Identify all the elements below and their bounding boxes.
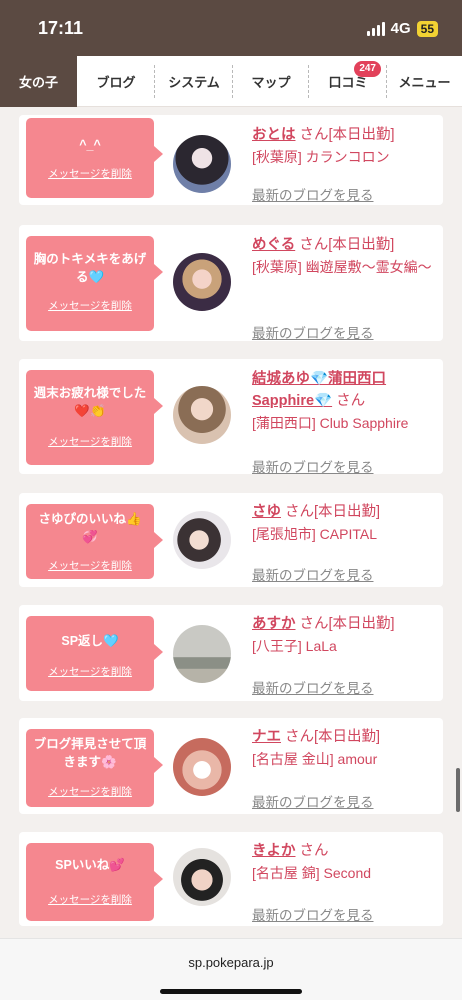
delete-message-link[interactable]: メッセージを削除 — [26, 558, 154, 573]
work-status: [本日出勤] — [328, 127, 395, 143]
tab-label: ブログ — [96, 75, 136, 90]
status-indicators: 4G 55 — [366, 20, 438, 37]
honorific: さん — [285, 729, 314, 745]
shop-location: [秋葉原] 幽遊屋敷～霊女編～ — [252, 259, 432, 275]
avatar[interactable] — [173, 253, 231, 311]
shop-location: [名古屋 錦] Second — [252, 865, 372, 881]
girl-name-link[interactable]: あすか — [252, 616, 296, 632]
message-text: 胸のトキメキをあげる🩵 — [33, 252, 147, 284]
latest-blog-link[interactable]: 最新のブログを見る — [252, 791, 374, 811]
browser-bottom-bar: sp.pokepara.jp — [0, 938, 462, 1000]
tab-label: メニュー — [398, 75, 451, 90]
girl-name-link[interactable]: 結城あゆ💎蒲田西口Sapphire💎 — [252, 371, 386, 409]
message-bubble: 週末お疲れ様でした❤️👏 メッセージを削除 — [26, 370, 163, 465]
girl-name-link[interactable]: ナエ — [252, 729, 281, 745]
message-bubble: さゆぴのいいね👍💞 メッセージを削除 — [26, 504, 163, 579]
profile-info: めぐる さん[本日出勤] [秋葉原] 幽遊屋敷～霊女編～ 最新のブログを見る — [252, 234, 437, 341]
delete-message-link[interactable]: メッセージを削除 — [26, 166, 154, 181]
avatar[interactable] — [173, 135, 231, 193]
message-text: ^_^ — [79, 138, 101, 152]
profile-info: 結城あゆ💎蒲田西口Sapphire💎 さん [蒲田西口] Club Sapphir… — [252, 368, 437, 475]
profile-info: さゆ さん[本日出勤] [尾張旭市] CAPITAL 最新のブログを見る — [252, 501, 437, 583]
tab-label: マップ — [251, 75, 291, 90]
delete-message-link[interactable]: メッセージを削除 — [26, 298, 154, 313]
network-label: 4G — [390, 20, 411, 37]
latest-blog-link[interactable]: 最新のブログを見る — [252, 564, 374, 584]
status-time: 17:11 — [38, 18, 84, 38]
message-card: SPいいね💕 メッセージを削除 きよか さん [名古屋 錦] Second 最新の… — [19, 832, 443, 926]
latest-blog-link[interactable]: 最新のブログを見る — [252, 322, 374, 342]
message-card: さゆぴのいいね👍💞 メッセージを削除 さゆ さん[本日出勤] [尾張旭市] CAP… — [19, 493, 443, 587]
message-text: ブログ拝見させて頂きます🌸 — [33, 737, 147, 769]
girl-name-link[interactable]: きよか — [252, 843, 296, 859]
honorific: さん — [299, 616, 329, 632]
tab-blog[interactable]: ブログ — [77, 56, 155, 107]
tab-menu[interactable]: メニュー — [387, 56, 462, 107]
profile-info: ナエ さん[本日出勤] [名古屋 金山] amour 最新のブログを見る — [252, 726, 437, 810]
message-bubble: ^_^ メッセージを削除 — [26, 118, 163, 198]
avatar[interactable] — [173, 738, 231, 796]
shop-location: [八王子] LaLa — [252, 638, 337, 654]
message-card: 週末お疲れ様でした❤️👏 メッセージを削除 結城あゆ💎蒲田西口Sapphire💎… — [19, 359, 443, 475]
latest-blog-link[interactable]: 最新のブログを見る — [252, 677, 374, 697]
girl-name-link[interactable]: おとは — [252, 127, 296, 143]
honorific: さん — [299, 127, 329, 143]
delete-message-link[interactable]: メッセージを削除 — [26, 434, 154, 449]
home-indicator[interactable] — [160, 989, 302, 994]
work-status: [本日出勤] — [314, 729, 381, 745]
tab-label: システム — [168, 75, 220, 90]
girl-name-link[interactable]: さゆ — [252, 504, 281, 520]
avatar[interactable] — [173, 511, 231, 569]
honorific: さん — [336, 393, 366, 409]
scrollbar-thumb[interactable] — [456, 768, 460, 812]
delete-message-link[interactable]: メッセージを削除 — [26, 664, 154, 679]
message-text: SP返し🩵 — [61, 634, 119, 648]
honorific: さん — [285, 504, 314, 520]
work-status: [本日出勤] — [328, 237, 395, 253]
profile-info: きよか さん [名古屋 錦] Second 最新のブログを見る — [252, 840, 437, 923]
nav-tabs: 女の子 ブログ システム マップ 口コミ 247 メニュー — [0, 56, 462, 107]
latest-blog-link[interactable]: 最新のブログを見る — [252, 904, 374, 924]
latest-blog-link[interactable]: 最新のブログを見る — [252, 456, 374, 476]
status-bar: 17:11 4G 55 — [0, 0, 462, 56]
tab-girls[interactable]: 女の子 — [0, 56, 77, 107]
tab-system[interactable]: システム — [155, 56, 233, 107]
message-text: SPいいね💕 — [55, 858, 125, 872]
avatar[interactable] — [173, 625, 231, 683]
message-card: ^_^ メッセージを削除 おとは さん[本日出勤] [秋葉原] カランコロン 最新… — [19, 115, 443, 205]
latest-blog-link[interactable]: 最新のブログを見る — [252, 184, 374, 204]
message-card: ブログ拝見させて頂きます🌸 メッセージを削除 ナエ さん[本日出勤] [名古屋 金… — [19, 718, 443, 814]
tab-map[interactable]: マップ — [233, 56, 309, 107]
shop-location: [尾張旭市] CAPITAL — [252, 526, 377, 542]
profile-info: おとは さん[本日出勤] [秋葉原] カランコロン 最新のブログを見る — [252, 124, 437, 203]
message-text: 週末お疲れ様でした❤️👏 — [33, 386, 147, 418]
honorific: さん — [299, 843, 329, 859]
avatar[interactable] — [173, 386, 231, 444]
girl-name-link[interactable]: めぐる — [252, 237, 295, 253]
shop-location: [名古屋 金山] amour — [252, 751, 378, 767]
profile-info: あすか さん[本日出勤] [八王子] LaLa 最新のブログを見る — [252, 613, 437, 696]
battery-icon: 55 — [416, 20, 438, 37]
signal-icon — [366, 21, 385, 36]
reviews-count-badge: 247 — [354, 61, 381, 77]
tab-reviews[interactable]: 口コミ 247 — [309, 56, 387, 107]
honorific: さん — [299, 237, 329, 253]
work-status: [本日出勤] — [328, 616, 395, 632]
message-bubble: SPいいね💕 メッセージを削除 — [26, 843, 163, 921]
tab-label: 女の子 — [18, 75, 58, 90]
work-status: [本日出勤] — [314, 504, 381, 520]
message-text: さゆぴのいいね👍💞 — [38, 512, 142, 544]
shop-location: [秋葉原] カランコロン — [252, 149, 390, 165]
message-card: SP返し🩵 メッセージを削除 あすか さん[本日出勤] [八王子] LaLa 最新… — [19, 605, 443, 701]
shop-location: [蒲田西口] Club Sapphire — [252, 415, 409, 431]
delete-message-link[interactable]: メッセージを削除 — [26, 892, 154, 907]
message-bubble: SP返し🩵 メッセージを削除 — [26, 616, 163, 691]
avatar[interactable] — [173, 848, 231, 906]
url-label[interactable]: sp.pokepara.jp — [0, 955, 462, 970]
delete-message-link[interactable]: メッセージを削除 — [26, 784, 154, 799]
message-bubble: 胸のトキメキをあげる🩵 メッセージを削除 — [26, 236, 163, 331]
message-bubble: ブログ拝見させて頂きます🌸 メッセージを削除 — [26, 729, 163, 807]
message-card: 胸のトキメキをあげる🩵 メッセージを削除 めぐる さん[本日出勤] [秋葉原] 幽… — [19, 225, 443, 341]
